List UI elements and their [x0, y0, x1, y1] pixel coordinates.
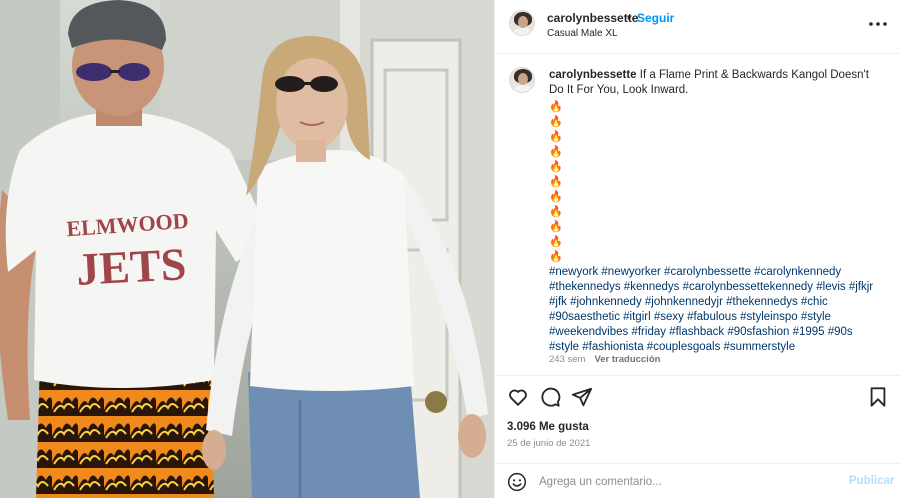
header-subtitle[interactable]: Casual Male XL — [547, 28, 618, 39]
shirt-print-line2: JETS — [75, 238, 187, 295]
caption-area: carolynbessette If a Flame Print & Backw… — [495, 55, 900, 375]
separator-dot: • — [627, 11, 632, 25]
hashtag-list: #newyork #newyorker #carolynbessette #ca… — [549, 265, 879, 355]
caption-text-block: carolynbessette If a Flame Print & Backw… — [549, 68, 879, 355]
more-horizontal-icon[interactable] — [867, 15, 889, 33]
flame-emoji: 🔥 — [549, 146, 563, 158]
translate-button[interactable]: Ver traducción — [594, 354, 660, 365]
avatar[interactable] — [509, 10, 535, 36]
post-photo[interactable]: ELMWOOD JETS — [0, 0, 494, 498]
flame-emoji: 🔥 — [549, 191, 563, 203]
flame-emoji: 🔥 — [549, 236, 563, 248]
follow-button[interactable]: Seguir — [637, 11, 674, 25]
comment-input[interactable] — [539, 472, 839, 492]
comment-bar: Publicar — [495, 463, 900, 498]
post-date: 25 de junio de 2021 — [507, 438, 591, 449]
flame-emoji: 🔥 — [549, 176, 563, 188]
flame-emoji: 🔥 — [549, 251, 563, 263]
flame-emoji-list: 🔥 🔥 🔥 🔥 🔥 🔥 🔥 🔥 🔥 🔥 🔥 — [549, 100, 879, 265]
comment-icon[interactable] — [539, 386, 561, 408]
flame-emoji: 🔥 — [549, 101, 563, 113]
flame-emoji: 🔥 — [549, 116, 563, 128]
caption-username[interactable]: carolynbessette — [549, 69, 637, 81]
post-side-panel: carolynbessette • Seguir Casual Male XL … — [494, 0, 900, 498]
heart-icon[interactable] — [507, 386, 529, 408]
like-count[interactable]: 3.096 Me gusta — [507, 421, 589, 433]
photo-illustration: ELMWOOD JETS — [0, 0, 494, 498]
instagram-post: ELMWOOD JETS carolynbessette • Seguir Ca… — [0, 0, 900, 498]
flame-emoji: 🔥 — [549, 131, 563, 143]
share-icon[interactable] — [571, 386, 593, 408]
hashtags[interactable]: #newyork #newyorker #carolynbessette #ca… — [549, 266, 873, 353]
flame-emoji: 🔥 — [549, 206, 563, 218]
flame-emoji: 🔥 — [549, 161, 563, 173]
caption-avatar[interactable] — [509, 67, 535, 93]
flame-emoji: 🔥 — [549, 221, 563, 233]
bookmark-icon[interactable] — [867, 386, 889, 408]
caption-meta: 243 sem Ver traducción — [549, 354, 660, 365]
post-age: 243 sem — [549, 354, 586, 365]
emoji-icon[interactable] — [507, 472, 527, 492]
header-username[interactable]: carolynbessette — [547, 11, 638, 25]
post-header: carolynbessette • Seguir Casual Male XL — [495, 0, 900, 54]
publish-button[interactable]: Publicar — [849, 475, 894, 487]
